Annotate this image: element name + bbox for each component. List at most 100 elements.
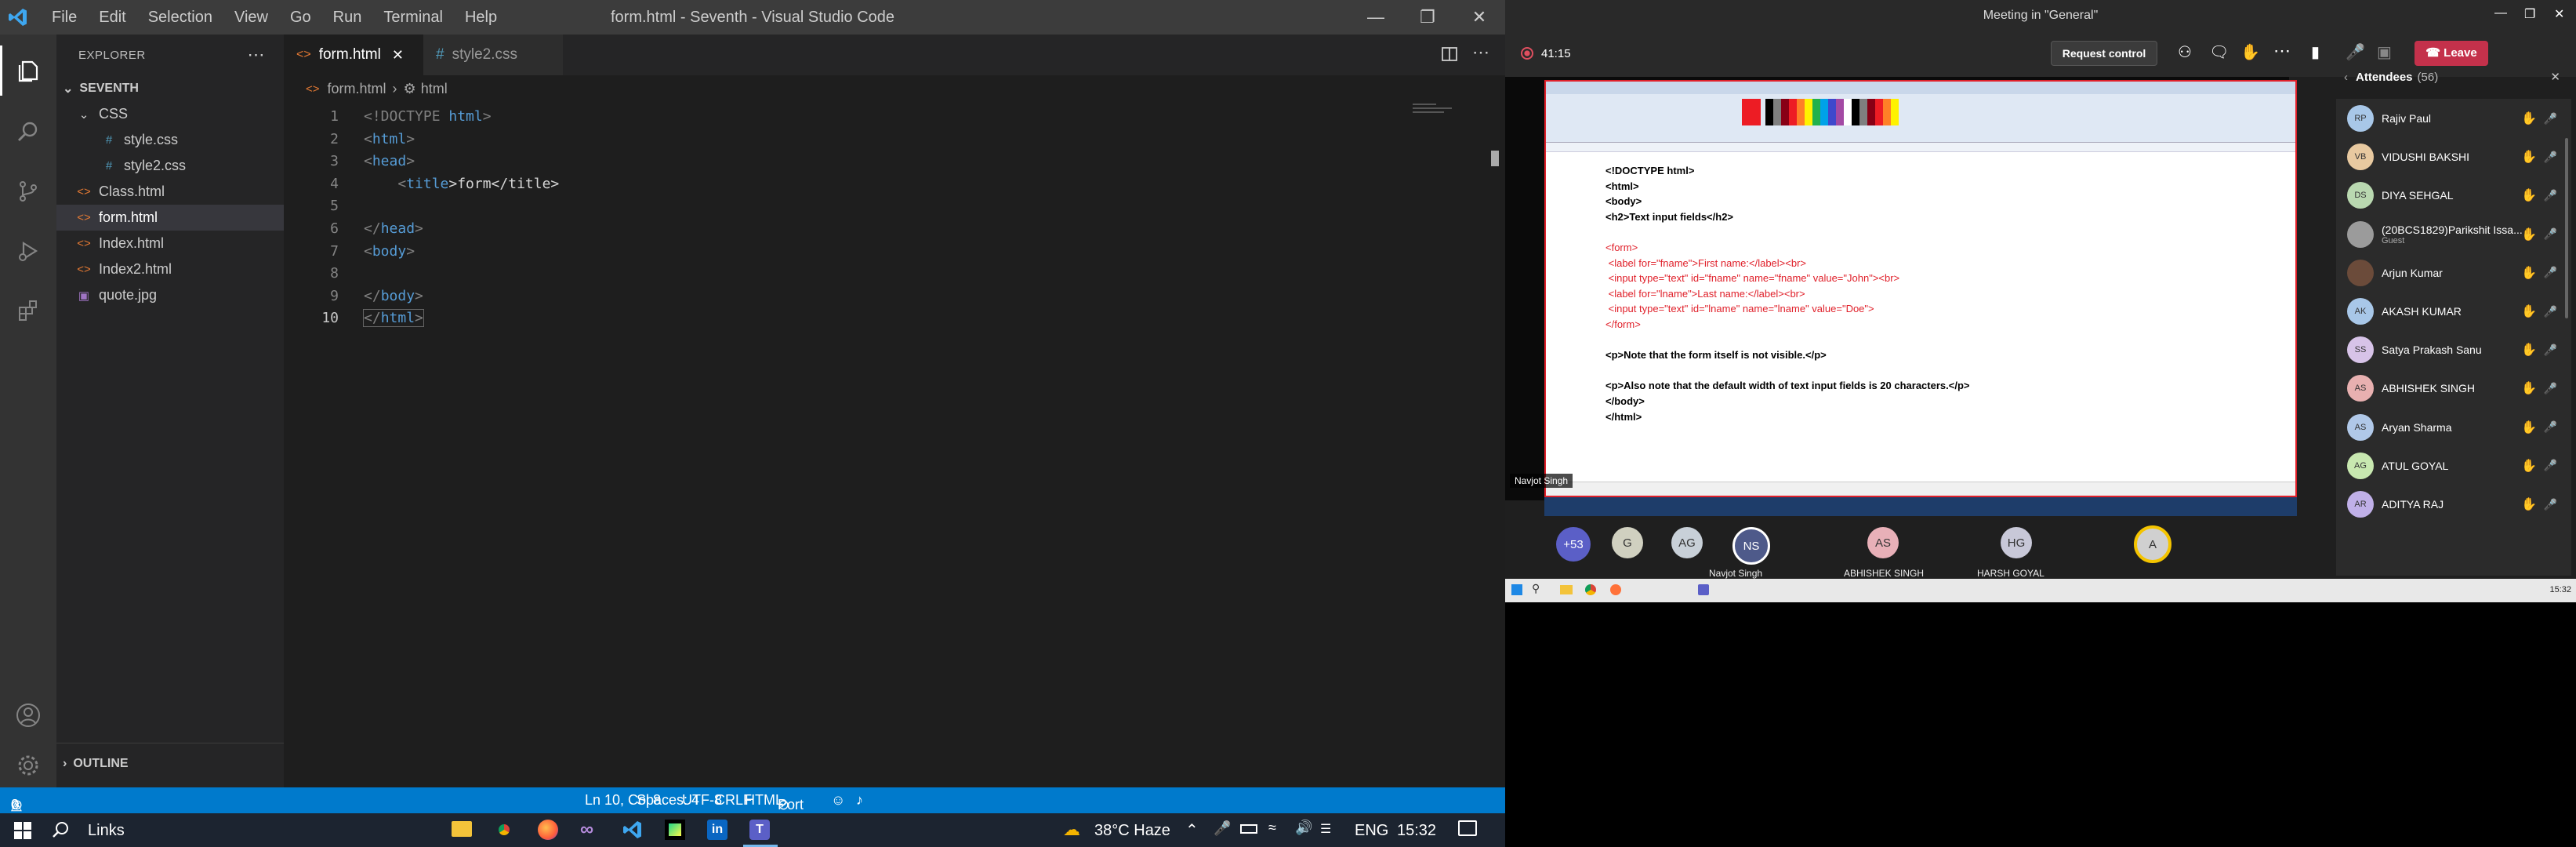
participant-tile[interactable]: NS	[1732, 527, 1770, 565]
settings-gear-icon[interactable]	[0, 740, 56, 791]
file-tree-item[interactable]: <> Index2.html	[56, 256, 284, 282]
language-indicator[interactable]: ENG	[1355, 822, 1388, 840]
battery-icon[interactable]	[1240, 824, 1257, 834]
participant-tile[interactable]: AS	[1867, 527, 1899, 558]
run-debug-icon[interactable]	[0, 226, 56, 276]
chevron-left-icon[interactable]: ‹	[2344, 71, 2348, 84]
request-control-button[interactable]: Request control	[2051, 41, 2157, 66]
source-control-icon[interactable]	[0, 166, 56, 216]
breadcrumb-node[interactable]: html	[421, 81, 448, 97]
more-actions-icon[interactable]: ⋯	[248, 45, 266, 65]
file-explorer-icon[interactable]	[1560, 585, 1573, 594]
participant-tile[interactable]: HG	[2001, 527, 2032, 558]
minimize-icon[interactable]: —	[1350, 0, 1402, 35]
restore-icon[interactable]: ❐	[1402, 0, 1453, 35]
menu-item[interactable]: File	[41, 9, 88, 27]
attendee-row[interactable]: RP Rajiv Paul ✋ 🎤	[2336, 99, 2571, 138]
attendee-row[interactable]: SS Satya Prakash Sanu ✋ 🎤	[2336, 330, 2571, 369]
chrome-icon[interactable]	[1585, 584, 1596, 595]
attendee-row[interactable]: DS DIYA SEHGAL ✋ 🎤	[2336, 176, 2571, 215]
attendee-row[interactable]: AS Aryan Sharma ✋ 🎤	[2336, 408, 2571, 447]
network-icon[interactable]: ☰	[1320, 821, 1331, 837]
taskbar-search-icon[interactable]	[52, 820, 71, 844]
menu-item[interactable]: Terminal	[372, 9, 454, 27]
minimap[interactable]	[1413, 104, 1483, 115]
windows-start-icon[interactable]	[1511, 584, 1522, 595]
close-panel-icon[interactable]: ✕	[2550, 70, 2560, 84]
reactions-icon[interactable]: ✋	[2240, 42, 2260, 62]
close-icon[interactable]: ✕	[2554, 6, 2564, 22]
notification-center-icon[interactable]	[1458, 820, 1477, 836]
scrollbar-marker[interactable]	[1491, 151, 1499, 166]
paint-canvas[interactable]: <!DOCTYPE html> <html> <body> <h2>Text inpu…	[1546, 152, 2295, 482]
feedback-icon[interactable]: ☺	[831, 792, 845, 809]
menu-item[interactable]: Help	[454, 9, 508, 27]
attendee-row[interactable]: AS ABHISHEK SINGH ✋ 🎤	[2336, 369, 2571, 408]
menu-item[interactable]: Run	[322, 9, 373, 27]
tab-form-html[interactable]: <> form.html ✕	[284, 35, 423, 75]
firefox-icon[interactable]	[538, 820, 558, 840]
menu-item[interactable]: Edit	[88, 9, 136, 27]
teams-icon[interactable]: T	[749, 820, 770, 840]
split-editor-icon[interactable]	[1441, 45, 1458, 67]
attendee-row[interactable]: AG ATUL GOYAL ✋ 🎤	[2336, 446, 2571, 485]
chrome-icon[interactable]	[494, 820, 514, 840]
file-tree-item[interactable]: ▣ quote.jpg	[56, 282, 284, 308]
explorer-icon[interactable]	[0, 45, 56, 96]
microphone-icon[interactable]: 🎤	[1214, 820, 1231, 837]
taskbar-search-label[interactable]: Links	[88, 822, 125, 840]
attendee-row[interactable]: VB VIDUSHI BAKSHI ✋ 🎤	[2336, 137, 2571, 176]
file-tree-item[interactable]: ⌄ CSS	[56, 101, 284, 127]
file-tree-item[interactable]: # style2.css	[56, 153, 284, 179]
search-icon[interactable]	[0, 107, 56, 157]
attendee-row[interactable]: Arjun Kumar ✋ 🎤	[2336, 253, 2571, 293]
menu-item[interactable]: Selection	[137, 9, 223, 27]
participant-tile[interactable]: AG	[1671, 527, 1703, 558]
windows-start-icon[interactable]	[14, 822, 31, 844]
file-tree-item[interactable]: <> form.html	[56, 205, 284, 231]
attendee-row[interactable]: (20BCS1829)Parikshit Issa... Guest ✋ 🎤	[2336, 215, 2571, 254]
vscode-taskbar-icon[interactable]	[622, 820, 643, 840]
attendee-row[interactable]: AK AKASH KUMAR ✋ 🎤	[2336, 292, 2571, 331]
volume-icon[interactable]: 🔊	[1295, 820, 1312, 836]
file-explorer-icon[interactable]	[452, 821, 472, 837]
participant-tile[interactable]: A	[2134, 525, 2171, 563]
breadcrumb-file[interactable]: form.html	[328, 81, 386, 97]
linkedin-icon[interactable]: in	[707, 820, 727, 840]
minimize-icon[interactable]: —	[2494, 6, 2507, 20]
workspace-folder[interactable]: ⌄ SEVENTH	[56, 75, 284, 101]
file-tree-item[interactable]: <> Class.html	[56, 179, 284, 205]
chat-icon[interactable]: 🗨	[2209, 42, 2229, 62]
pycharm-icon[interactable]	[665, 820, 685, 840]
more-actions-icon[interactable]: ⋯	[1472, 42, 1489, 63]
clock[interactable]: 15:32	[1397, 822, 1436, 840]
close-icon[interactable]: ✕	[1453, 0, 1505, 35]
participants-icon[interactable]: ⚇	[2178, 42, 2192, 62]
outline-section[interactable]: › OUTLINE	[56, 751, 129, 776]
color-palette[interactable]	[1765, 99, 1899, 125]
wifi-icon[interactable]: ≈	[1268, 820, 1276, 836]
participant-tile[interactable]: G	[1612, 527, 1643, 558]
weather-label[interactable]: 38°C Haze	[1094, 822, 1170, 840]
tray-chevron-icon[interactable]: ⌃	[1185, 820, 1199, 840]
attendees-scrollbar[interactable]	[2565, 138, 2568, 318]
account-icon[interactable]	[0, 690, 56, 740]
participant-tile[interactable]: +53	[1556, 527, 1591, 562]
menu-item[interactable]: Go	[279, 9, 322, 27]
extensions-icon[interactable]	[0, 285, 56, 336]
more-options-icon[interactable]: ⋯	[2273, 41, 2291, 61]
menu-item[interactable]: View	[223, 9, 279, 27]
code-editor[interactable]: 1 <!DOCTYPE html> 2 <html> 3 <head> 4 <title>f…	[284, 102, 1505, 787]
notifications-bell-icon[interactable]: ♪	[856, 792, 863, 809]
visual-studio-icon[interactable]: ∞	[580, 820, 600, 840]
tab-style2-css[interactable]: # style2.css	[423, 35, 563, 75]
camera-off-icon[interactable]: ▮	[2311, 42, 2320, 62]
file-tree-item[interactable]: <> Index.html	[56, 231, 284, 256]
search-icon[interactable]: ⚲	[1532, 582, 1540, 595]
teams-icon[interactable]	[1698, 584, 1709, 595]
restore-icon[interactable]: ❐	[2524, 6, 2535, 22]
attendee-row[interactable]: AR ADITYA RAJ ✋ 🎤	[2336, 485, 2571, 524]
firefox-icon[interactable]	[1610, 584, 1621, 595]
file-tree-item[interactable]: # style.css	[56, 127, 284, 153]
close-tab-icon[interactable]: ✕	[392, 47, 404, 64]
